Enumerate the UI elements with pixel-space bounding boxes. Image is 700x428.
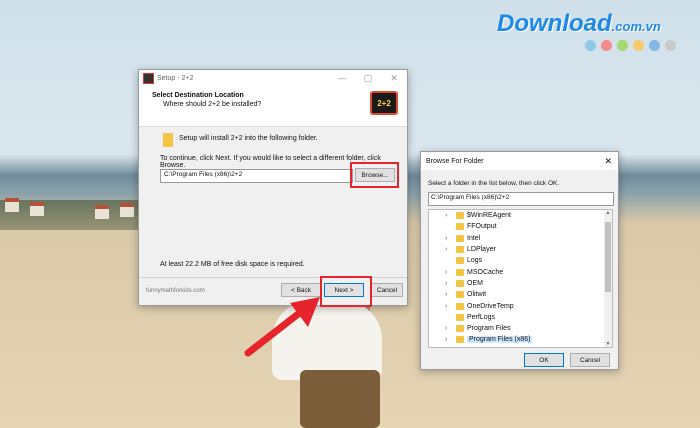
watermark-dot xyxy=(617,40,628,51)
chevron-right-icon[interactable]: › xyxy=(445,280,453,287)
watermark-dot xyxy=(585,40,596,51)
chevron-right-icon[interactable]: › xyxy=(445,235,453,242)
browse-highlight-box xyxy=(350,162,399,188)
chevron-right-icon[interactable]: › xyxy=(445,212,453,219)
maximize-button[interactable]: ▢ xyxy=(355,73,381,84)
watermark-dots xyxy=(585,40,676,51)
folder-tree-item[interactable]: › Intel xyxy=(429,233,612,244)
folder-tree-item[interactable]: › $WinREAgent xyxy=(429,210,612,221)
chevron-right-icon[interactable]: › xyxy=(445,336,453,343)
scroll-down-icon[interactable]: ▼ xyxy=(604,341,612,347)
folder-icon xyxy=(456,257,464,265)
background-person-pants xyxy=(300,370,380,428)
watermark-dot xyxy=(665,40,676,51)
background-shoreline xyxy=(0,200,140,230)
window-controls: — ▢ ✕ xyxy=(329,73,407,84)
folder-tree-item-label: Logs xyxy=(467,257,483,265)
background-house xyxy=(120,203,134,217)
folder-icon xyxy=(456,268,464,276)
page-heading: Select Destination Location xyxy=(152,92,244,99)
folder-tree-item-label: $WinREAgent xyxy=(467,212,511,220)
folder-tree[interactable]: › $WinREAgent FFOutput › Intel › LDPlayer Logs ›… xyxy=(428,209,613,348)
folder-tree-item-label: LDPlayer xyxy=(467,246,496,254)
watermark-brand: Download xyxy=(497,10,612,37)
folder-icon xyxy=(456,246,464,254)
folder-icon xyxy=(456,234,464,242)
folder-tree-item[interactable]: PerfLogs xyxy=(429,312,612,323)
tv-logo-text: 2+2 xyxy=(377,98,391,108)
chevron-right-icon[interactable]: › xyxy=(445,291,453,298)
folder-tree-item[interactable]: › OEM xyxy=(429,278,612,289)
background-house xyxy=(95,205,109,219)
folder-tree-item-label: OneDriveTemp xyxy=(467,302,514,310)
scroll-up-icon[interactable]: ▲ xyxy=(604,210,612,216)
brand-text: funnymathforkids.com xyxy=(146,288,205,294)
folder-tree-item-label: Program Files xyxy=(467,325,511,333)
scroll-thumb[interactable] xyxy=(605,222,611,292)
minimize-button[interactable]: — xyxy=(329,73,355,84)
browse-titlebar: Browse For Folder ✕ xyxy=(421,152,618,170)
watermark-dot xyxy=(649,40,660,51)
chevron-right-icon[interactable]: › xyxy=(445,269,453,276)
folder-icon xyxy=(456,279,464,287)
browse-close-button[interactable]: ✕ xyxy=(604,156,612,167)
folder-tree-item-label: OEM xyxy=(467,279,483,287)
close-button[interactable]: ✕ xyxy=(381,73,407,84)
background-house xyxy=(30,202,44,216)
folder-icon xyxy=(456,336,464,344)
folder-icon xyxy=(456,212,464,220)
folder-tree-item-label: Olitwit xyxy=(467,291,487,299)
folder-tree-item-label: FFOutput xyxy=(467,223,497,231)
folder-icon xyxy=(456,313,464,321)
browse-path-field[interactable]: C:\Program Files (x86)\2+2 xyxy=(428,192,614,206)
folder-tree-item-label: PerfLogs xyxy=(467,313,496,321)
folder-tree-item[interactable]: › OneDriveTemp xyxy=(429,300,612,311)
folder-tree-item[interactable]: ›ProgramData xyxy=(429,346,612,347)
watermark-tld: .com.vn xyxy=(611,19,661,34)
disk-space-text: At least 22.2 MB of free disk space is r… xyxy=(160,261,305,268)
destination-path-input[interactable]: C:\Program Files (x86)\2+2 xyxy=(160,169,353,183)
folder-tree-item[interactable]: › Program Files (x86) xyxy=(429,334,612,345)
folder-tree-rows: › $WinREAgent FFOutput › Intel › LDPlayer Logs ›… xyxy=(429,210,612,347)
chevron-right-icon[interactable]: › xyxy=(445,325,453,332)
folder-tree-item[interactable]: Logs xyxy=(429,255,612,266)
tree-scrollbar[interactable]: ▲ ▼ xyxy=(604,210,612,347)
folder-tree-item[interactable]: › Olitwit xyxy=(429,289,612,300)
chevron-right-icon[interactable]: › xyxy=(445,246,453,253)
browse-instruction: Select a folder in the list below, then … xyxy=(428,180,560,187)
install-text: Setup will install 2+2 into the followin… xyxy=(179,135,318,142)
chevron-right-icon[interactable]: › xyxy=(445,303,453,310)
folder-tree-item[interactable]: FFOutput xyxy=(429,221,612,232)
folder-tree-item[interactable]: › LDPlayer xyxy=(429,244,612,255)
watermark-logo: Download.com.vn xyxy=(497,10,661,38)
folder-tree-item-label: Intel xyxy=(467,234,481,242)
tv-logo-icon: 2+2 xyxy=(370,91,398,115)
folder-icon xyxy=(456,325,464,333)
watermark-dot xyxy=(633,40,644,51)
browse-cancel-button[interactable]: Cancel xyxy=(570,353,610,367)
cancel-button[interactable]: Cancel xyxy=(371,283,403,297)
app-icon xyxy=(143,72,154,84)
red-arrow-icon xyxy=(244,297,320,357)
browse-ok-button[interactable]: OK xyxy=(524,353,564,367)
folder-icon xyxy=(456,302,464,310)
setup-header: Select Destination Location Where should… xyxy=(139,86,407,127)
folder-tree-item-label: Program Files (x86) xyxy=(467,336,533,344)
browse-folder-dialog: Browse For Folder ✕ Select a folder in t… xyxy=(420,151,619,370)
folder-icon xyxy=(456,223,464,231)
folder-icon xyxy=(456,291,464,299)
folder-icon xyxy=(163,133,173,147)
folder-tree-item-label: MSOCache xyxy=(467,268,504,276)
background-house xyxy=(5,198,19,212)
folder-tree-item[interactable]: › MSOCache xyxy=(429,266,612,277)
folder-tree-item[interactable]: › Program Files xyxy=(429,323,612,334)
watermark-dot xyxy=(601,40,612,51)
setup-titlebar: Setup - 2+2 — ▢ ✕ xyxy=(139,70,407,86)
setup-window-title: Setup - 2+2 xyxy=(157,74,194,82)
browse-dialog-title: Browse For Folder xyxy=(426,157,484,165)
